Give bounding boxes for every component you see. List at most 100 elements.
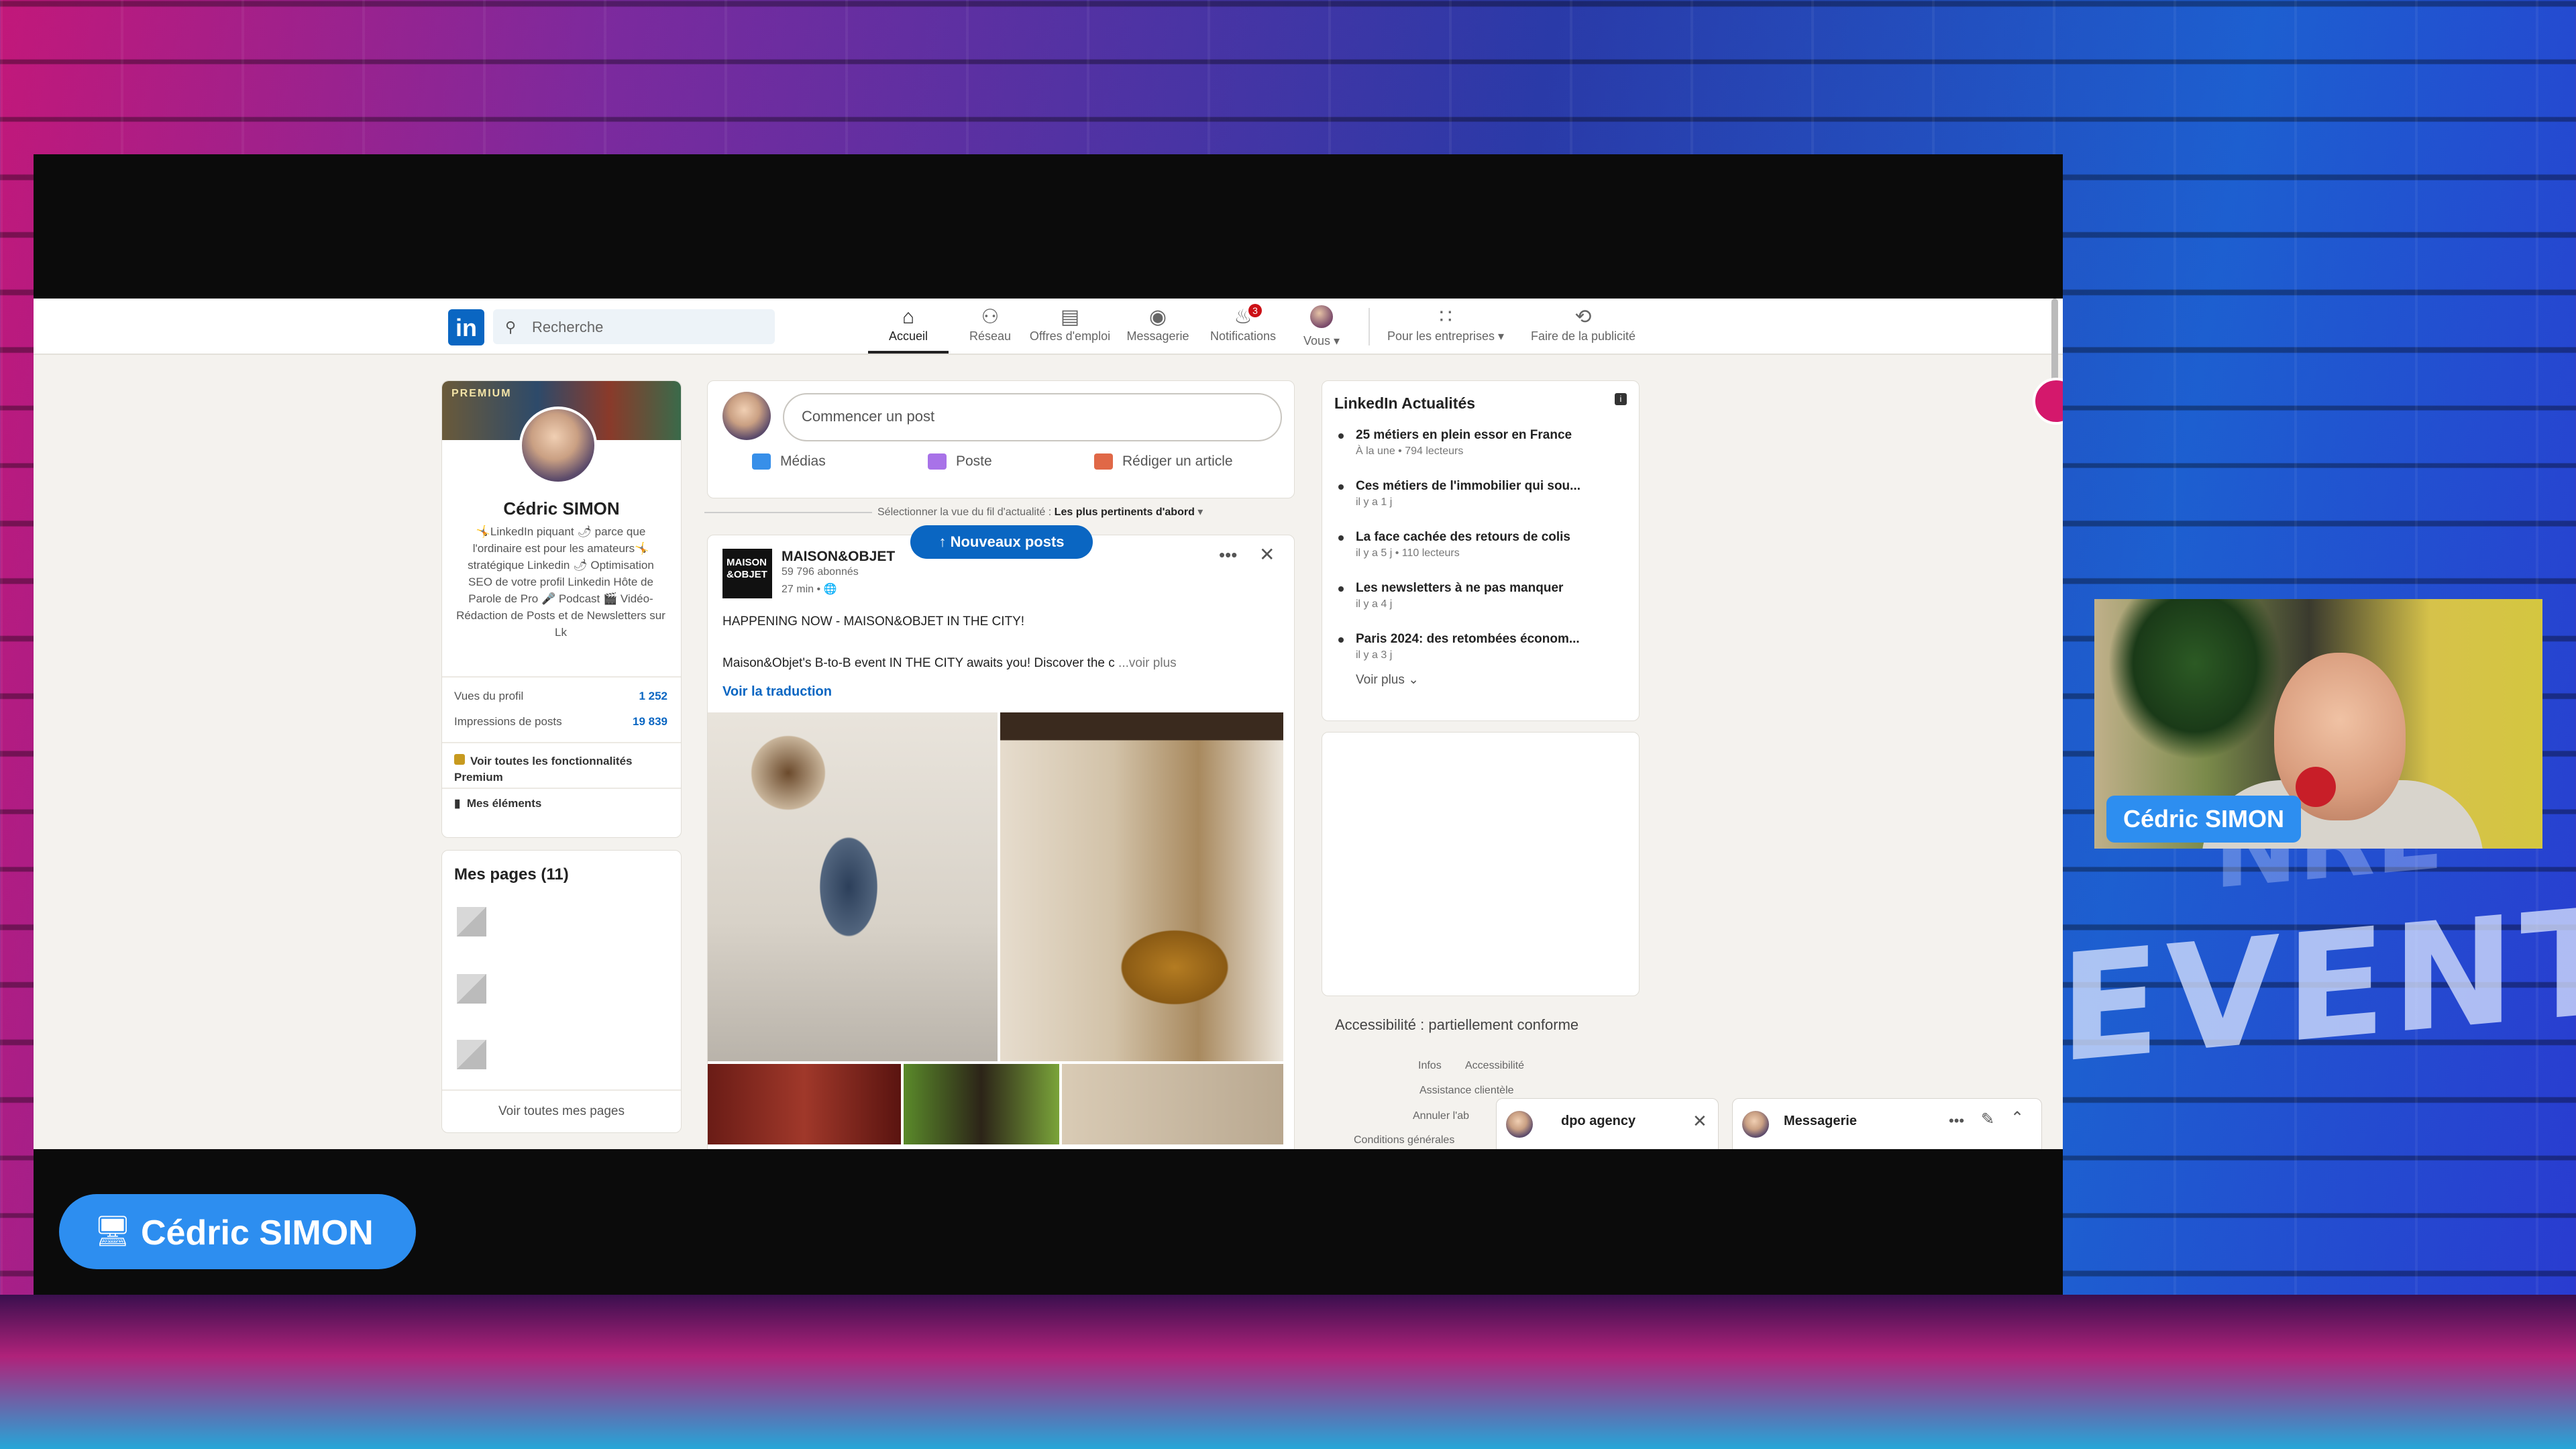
- nav-network[interactable]: ⚇ Réseau: [957, 305, 1024, 351]
- post-image-chair[interactable]: [1000, 712, 1283, 1061]
- footer-link-assistance[interactable]: Assistance clientèle: [1419, 1085, 1514, 1097]
- news-item[interactable]: Les newsletters à ne pas manquer il y a …: [1338, 581, 1638, 610]
- nav-label: Réseau: [969, 329, 1012, 343]
- news-item[interactable]: La face cachée des retours de colis il y…: [1338, 530, 1638, 559]
- post-composer: Commencer un post Médias Poste Rédiger u…: [707, 380, 1295, 498]
- media-label: Médias: [780, 453, 826, 469]
- page-thumbnail[interactable]: [457, 907, 486, 936]
- news-item-title: Les newsletters à ne pas manquer: [1356, 581, 1564, 595]
- chevron-down-icon: ▾: [1197, 506, 1203, 518]
- search-input[interactable]: ⚲ Recherche: [493, 309, 775, 344]
- bookmark-icon: ▮: [454, 797, 461, 810]
- job-button[interactable]: Poste: [928, 453, 992, 470]
- close-icon[interactable]: ✕: [1259, 543, 1275, 566]
- message-icon: ◉: [1148, 306, 1167, 328]
- close-icon[interactable]: ✕: [1693, 1111, 1707, 1132]
- nav-advertise[interactable]: ⟲ Faire de la publicité: [1523, 305, 1644, 351]
- nav-jobs[interactable]: ▤ Offres d'emploi: [1020, 305, 1120, 351]
- premium-link-label: Voir toutes les fonctionnalités Premium: [454, 755, 633, 784]
- footer-link-cancel[interactable]: Annuler l'ab: [1413, 1110, 1469, 1122]
- messaging-panel[interactable]: Messagerie ••• ✎ ⌃: [1732, 1098, 2042, 1149]
- ad-icon: ⟲: [1574, 306, 1592, 328]
- nav-messaging[interactable]: ◉ Messagerie: [1118, 305, 1198, 351]
- post-body-text: Maison&Objet's B-to-B event IN THE CITY …: [722, 656, 1115, 670]
- news-item[interactable]: Paris 2024: des retombées économ... il y…: [1338, 632, 1638, 661]
- post-impressions-label: Impressions de posts: [454, 715, 562, 728]
- footer-link-conditions[interactable]: Conditions générales: [1354, 1134, 1454, 1146]
- premium-features-link[interactable]: Voir toutes les fonctionnalités Premium: [454, 753, 669, 786]
- avatar: [1742, 1111, 1769, 1138]
- chat-dpo-agency[interactable]: dpo agency ✕: [1496, 1098, 1719, 1149]
- nav-label: Messagerie: [1126, 329, 1189, 343]
- search-icon: ⚲: [505, 319, 517, 335]
- see-more-link[interactable]: ...voir plus: [1118, 656, 1177, 670]
- media-button[interactable]: Médias: [752, 453, 826, 470]
- profile-name[interactable]: Cédric SIMON: [442, 498, 681, 519]
- new-posts-button[interactable]: ↑ Nouveaux posts: [910, 525, 1093, 559]
- nav-label: Faire de la publicité: [1530, 329, 1636, 343]
- footer-link-accessibility[interactable]: Accessibilité: [1465, 1060, 1524, 1072]
- nav-me[interactable]: Vous ▾: [1295, 305, 1348, 351]
- profile-headline: 🤸LinkedIn piquant 🌶 parce que l'ordinair…: [456, 525, 665, 639]
- more-options-icon[interactable]: •••: [1949, 1112, 1964, 1130]
- post-author[interactable]: MAISON&OBJET: [782, 549, 895, 565]
- post-impressions-value: 19 839: [633, 715, 667, 728]
- divider: [442, 1089, 681, 1091]
- footer-link-infos[interactable]: Infos: [1418, 1060, 1442, 1072]
- chevron-up-icon[interactable]: ⌃: [2010, 1108, 2024, 1128]
- start-post-placeholder: Commencer un post: [802, 408, 935, 425]
- compose-icon[interactable]: ✎: [1981, 1110, 1994, 1129]
- feed-sort-selector[interactable]: Sélectionner la vue du fil d'actualité :…: [877, 505, 1203, 519]
- news-item-title: Paris 2024: des retombées économ...: [1356, 632, 1580, 646]
- profile-avatar[interactable]: [519, 407, 597, 484]
- my-items-link[interactable]: ▮ Mes éléments: [454, 797, 541, 810]
- linkedin-window: in ⚲ Recherche ⌂ Accueil ⚇ Réseau ▤ Offr…: [34, 299, 2063, 1149]
- nav-notifications[interactable]: ♨ 3 Notifications: [1199, 304, 1287, 351]
- post-image-vases[interactable]: [708, 712, 998, 1061]
- page-thumbnail[interactable]: [457, 974, 486, 1004]
- nav-label: Offres d'emploi: [1029, 329, 1111, 343]
- see-translation-link[interactable]: Voir la traduction: [722, 684, 832, 700]
- bullet: [1338, 433, 1344, 439]
- scrollbar[interactable]: [2051, 299, 2058, 386]
- post-image-thumb[interactable]: [904, 1064, 1059, 1144]
- linkedin-news-card: LinkedIn Actualités i 25 métiers en plei…: [1322, 380, 1640, 721]
- ad-card[interactable]: [1322, 732, 1640, 996]
- grid-icon: ∷: [1439, 306, 1452, 328]
- divider: [442, 676, 681, 678]
- post-timestamp: 27 min • 🌐: [782, 584, 837, 595]
- floating-avatar[interactable]: [2033, 378, 2063, 425]
- news-see-more-label: Voir plus: [1356, 673, 1405, 687]
- premium-banner-text: PREMIUM: [451, 388, 512, 399]
- divider: [442, 788, 681, 789]
- info-icon[interactable]: i: [1615, 393, 1627, 405]
- divider: [442, 742, 681, 743]
- presenter-screen-label: 🖥 Cédric SIMON: [59, 1194, 416, 1269]
- bullet: [1338, 637, 1344, 643]
- my-items-label: Mes éléments: [466, 797, 542, 810]
- nav-business[interactable]: ∷ Pour les entreprises ▾: [1375, 305, 1516, 351]
- webcam-plant: [2108, 599, 2282, 760]
- news-item[interactable]: 25 métiers en plein essor en France À la…: [1338, 428, 1638, 458]
- post-image-thumb[interactable]: [708, 1064, 901, 1144]
- page-thumbnail[interactable]: [457, 1040, 486, 1069]
- write-article-button[interactable]: Rédiger un article: [1094, 453, 1233, 470]
- article-icon: [1094, 453, 1113, 470]
- nav-home[interactable]: ⌂ Accueil: [868, 305, 949, 354]
- post-image-thumb[interactable]: [1062, 1064, 1283, 1144]
- start-post-input[interactable]: Commencer un post: [783, 393, 1282, 441]
- profile-views-row[interactable]: Vues du profil 1 252: [454, 690, 667, 703]
- maison-objet-logo[interactable]: MAISON &OBJET: [722, 549, 772, 598]
- linkedin-logo-icon[interactable]: in: [448, 309, 484, 345]
- more-options-icon[interactable]: •••: [1219, 545, 1237, 566]
- stage-floor: [0, 1295, 2576, 1449]
- accessibility-status[interactable]: Accessibilité : partiellement conforme: [1335, 1016, 1578, 1034]
- post-followers: 59 796 abonnés: [782, 566, 859, 578]
- post-text-body: Maison&Objet's B-to-B event IN THE CITY …: [722, 656, 1279, 671]
- see-all-pages-link[interactable]: Voir toutes mes pages: [442, 1104, 681, 1119]
- composer-avatar: [722, 392, 771, 440]
- news-see-more-button[interactable]: Voir plus ⌄: [1356, 672, 1419, 688]
- news-item[interactable]: Ces métiers de l'immobilier qui sou... i…: [1338, 479, 1638, 508]
- post-impressions-row[interactable]: Impressions de posts 19 839: [454, 715, 667, 729]
- presenter-label-text: Cédric SIMON: [141, 1214, 374, 1252]
